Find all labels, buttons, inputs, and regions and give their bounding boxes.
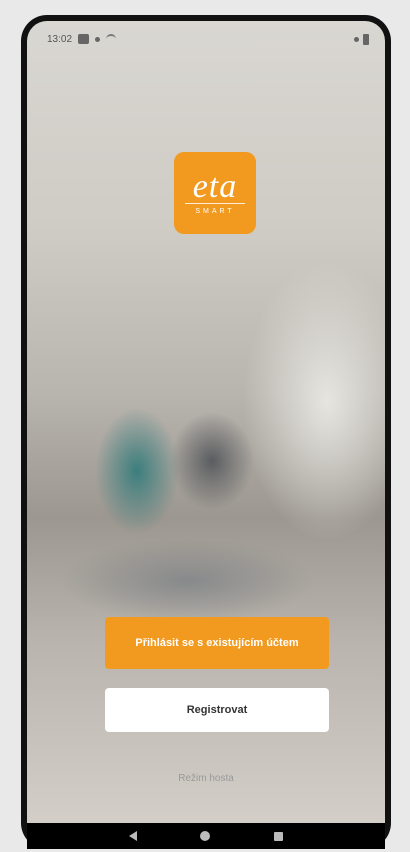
eta-smart-logo: eta SMART — [174, 152, 256, 234]
status-bar: 13:02 — [27, 21, 385, 57]
status-right — [354, 33, 369, 45]
system-nav-bar — [27, 823, 385, 849]
location-icon — [354, 36, 359, 42]
status-left: 13:02 — [47, 33, 117, 45]
guest-mode-link[interactable]: Režim hosta — [27, 773, 385, 784]
register-button-label: Registrovat — [186, 704, 248, 716]
recent-square-icon[interactable] — [274, 831, 284, 841]
login-existing-account-button[interactable]: Přihlásit se s existujícím účtem — [105, 617, 329, 669]
login-button-label: Přihlásit se s existujícím účtem — [135, 637, 299, 649]
dot-icon — [95, 36, 101, 42]
logo-divider — [185, 202, 245, 204]
phone-frame: 13:02 eta SMART Přihlásit se s existujíc… — [21, 15, 391, 849]
wifi-icon — [106, 34, 117, 44]
app-notification-icon — [78, 34, 90, 44]
battery-icon — [363, 33, 369, 45]
back-triangle-icon[interactable] — [128, 831, 137, 841]
status-time: 13:02 — [47, 33, 73, 45]
home-circle-icon[interactable] — [200, 831, 211, 841]
logo-sub-text: SMART — [195, 207, 235, 215]
app-screen: 13:02 eta SMART Přihlásit se s existujíc… — [27, 21, 385, 849]
logo-main-text: eta — [192, 167, 238, 205]
register-button[interactable]: Registrovat — [105, 688, 329, 732]
